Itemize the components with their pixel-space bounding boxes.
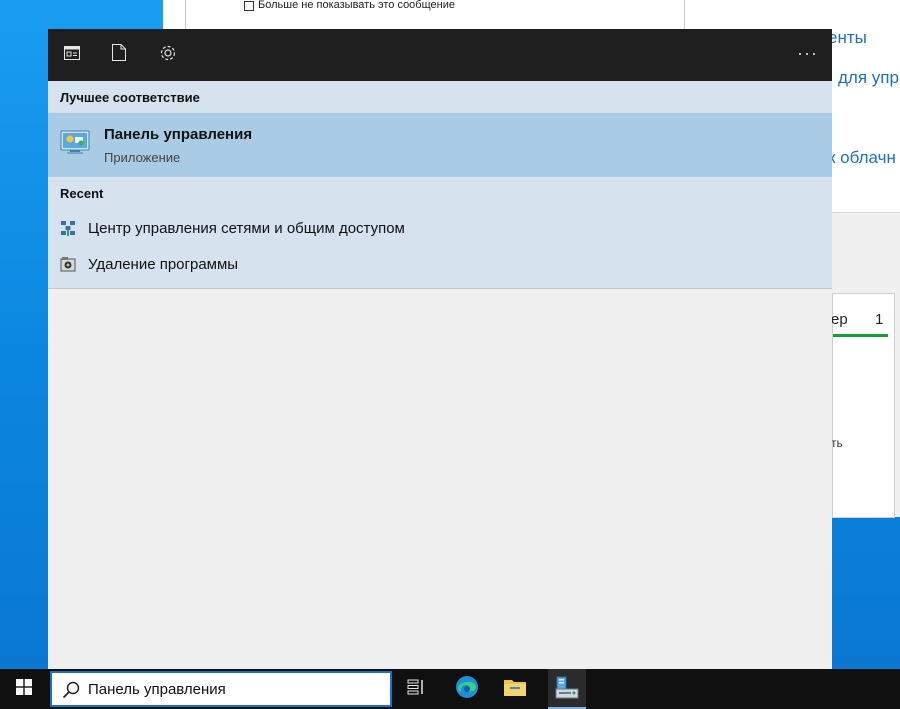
- apps-filter-button[interactable]: [58, 41, 86, 69]
- settings-icon: [159, 44, 177, 67]
- start-search-panel: ··· Лучшее соответствие Панель управлени…: [48, 29, 832, 669]
- settings-filter-button[interactable]: [154, 41, 182, 69]
- search-panel-header: ···: [48, 29, 832, 81]
- best-match-item[interactable]: Панель управления Приложение: [48, 113, 832, 177]
- recent-item-network-center[interactable]: Центр управления сетями и общим доступом: [48, 211, 832, 245]
- background-tile-count: 1: [875, 311, 884, 328]
- file-explorer-icon: [503, 677, 527, 702]
- edge-button[interactable]: [451, 673, 483, 705]
- recent-item-uninstall-program[interactable]: Удаление программы: [48, 247, 832, 281]
- task-view-button[interactable]: [400, 673, 432, 705]
- best-match-subtitle: Приложение: [104, 150, 181, 165]
- background-tile-small-text: ть: [831, 436, 843, 450]
- best-match-title: Панель управления: [104, 126, 253, 143]
- app-icon: [64, 45, 80, 65]
- background-tile-label: ер: [831, 311, 848, 328]
- server-manager-icon: [554, 675, 580, 706]
- documents-filter-button[interactable]: [105, 41, 133, 69]
- search-results: Лучшее соответствие Панель управления Пр…: [48, 81, 832, 289]
- best-match-heading: Лучшее соответствие: [60, 90, 200, 105]
- background-link-1[interactable]: енты: [828, 28, 867, 48]
- recent-item-label: Центр управления сетями и общим доступом: [88, 220, 405, 237]
- dont-show-label: Больше не показывать это сообщение: [258, 0, 455, 11]
- windows-start-icon: [16, 678, 32, 700]
- background-link-2[interactable]: для упр: [838, 68, 899, 88]
- edge-icon: [455, 675, 479, 704]
- task-view-icon: [407, 679, 425, 700]
- recent-heading: Recent: [60, 186, 104, 201]
- taskbar-search-box[interactable]: [50, 671, 392, 707]
- search-icon: [62, 681, 80, 699]
- document-icon: [112, 44, 126, 66]
- background-tile-status-bar: [833, 334, 888, 337]
- background-dialog: Больше не показывать это сообщение: [185, 0, 685, 30]
- server-manager-button[interactable]: [548, 669, 586, 709]
- control-panel-icon: [60, 129, 90, 155]
- background-link-3[interactable]: к облачн: [828, 148, 896, 168]
- programs-icon: [60, 256, 76, 272]
- background-tile[interactable]: ер 1 ть: [831, 293, 895, 518]
- dont-show-checkbox[interactable]: [244, 1, 254, 11]
- search-input[interactable]: [88, 673, 388, 705]
- taskbar: [0, 669, 900, 709]
- background-panel: ер 1 ть: [831, 212, 900, 518]
- network-icon: [60, 220, 76, 236]
- start-button[interactable]: [0, 669, 48, 709]
- recent-item-label: Удаление программы: [88, 256, 239, 273]
- file-explorer-button[interactable]: [499, 673, 531, 705]
- more-options-button[interactable]: ···: [797, 43, 818, 64]
